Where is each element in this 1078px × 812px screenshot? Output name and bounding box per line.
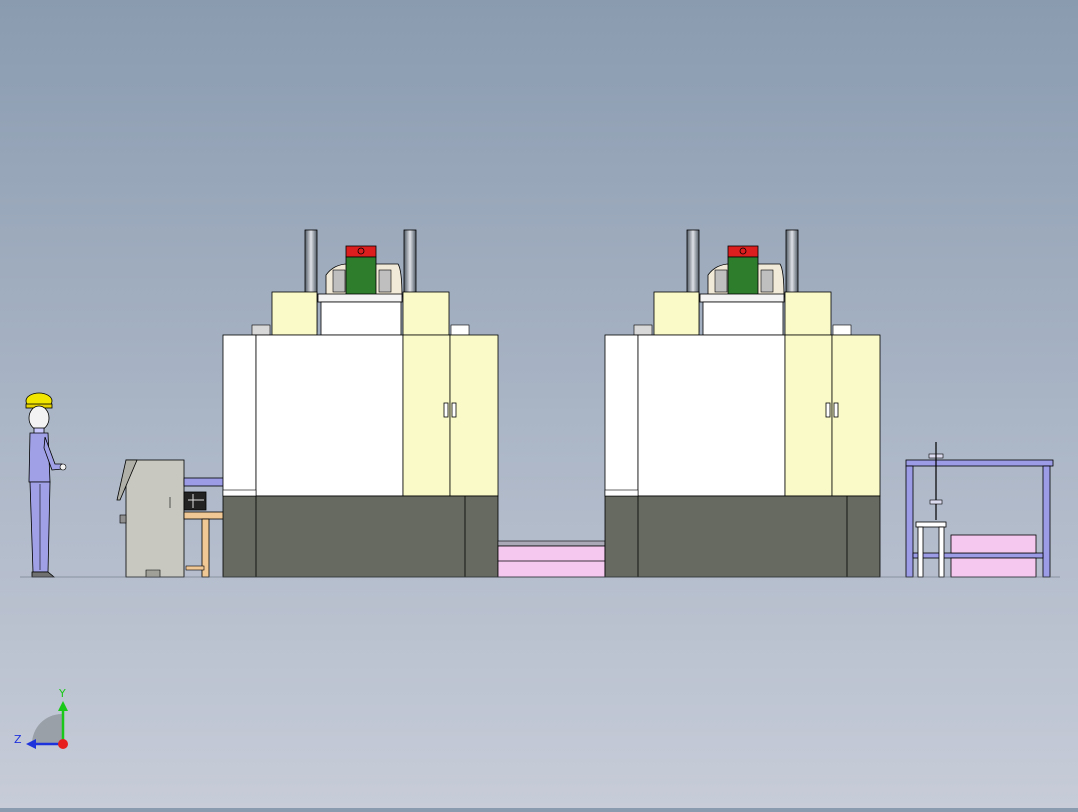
assembly-drawing	[20, 229, 1060, 578]
z-axis-label: Z	[14, 733, 22, 746]
worker-figure	[25, 392, 67, 578]
conveyor	[497, 540, 606, 578]
z-axis-arrowhead	[26, 739, 36, 749]
triad-shade	[32, 714, 62, 744]
coordinate-triad[interactable]: Y Z	[10, 684, 80, 754]
machine-1	[222, 229, 499, 578]
control-cabinet	[116, 459, 185, 578]
axis-triad-icon: Y Z	[14, 687, 68, 749]
y-axis-arrowhead	[58, 701, 68, 711]
y-axis-label: Y	[58, 687, 66, 700]
unloading-frame	[905, 442, 1054, 578]
machine-2	[604, 229, 881, 578]
operator-table	[183, 477, 225, 578]
cad-viewport[interactable]	[0, 0, 1078, 808]
origin-dot	[58, 739, 68, 749]
